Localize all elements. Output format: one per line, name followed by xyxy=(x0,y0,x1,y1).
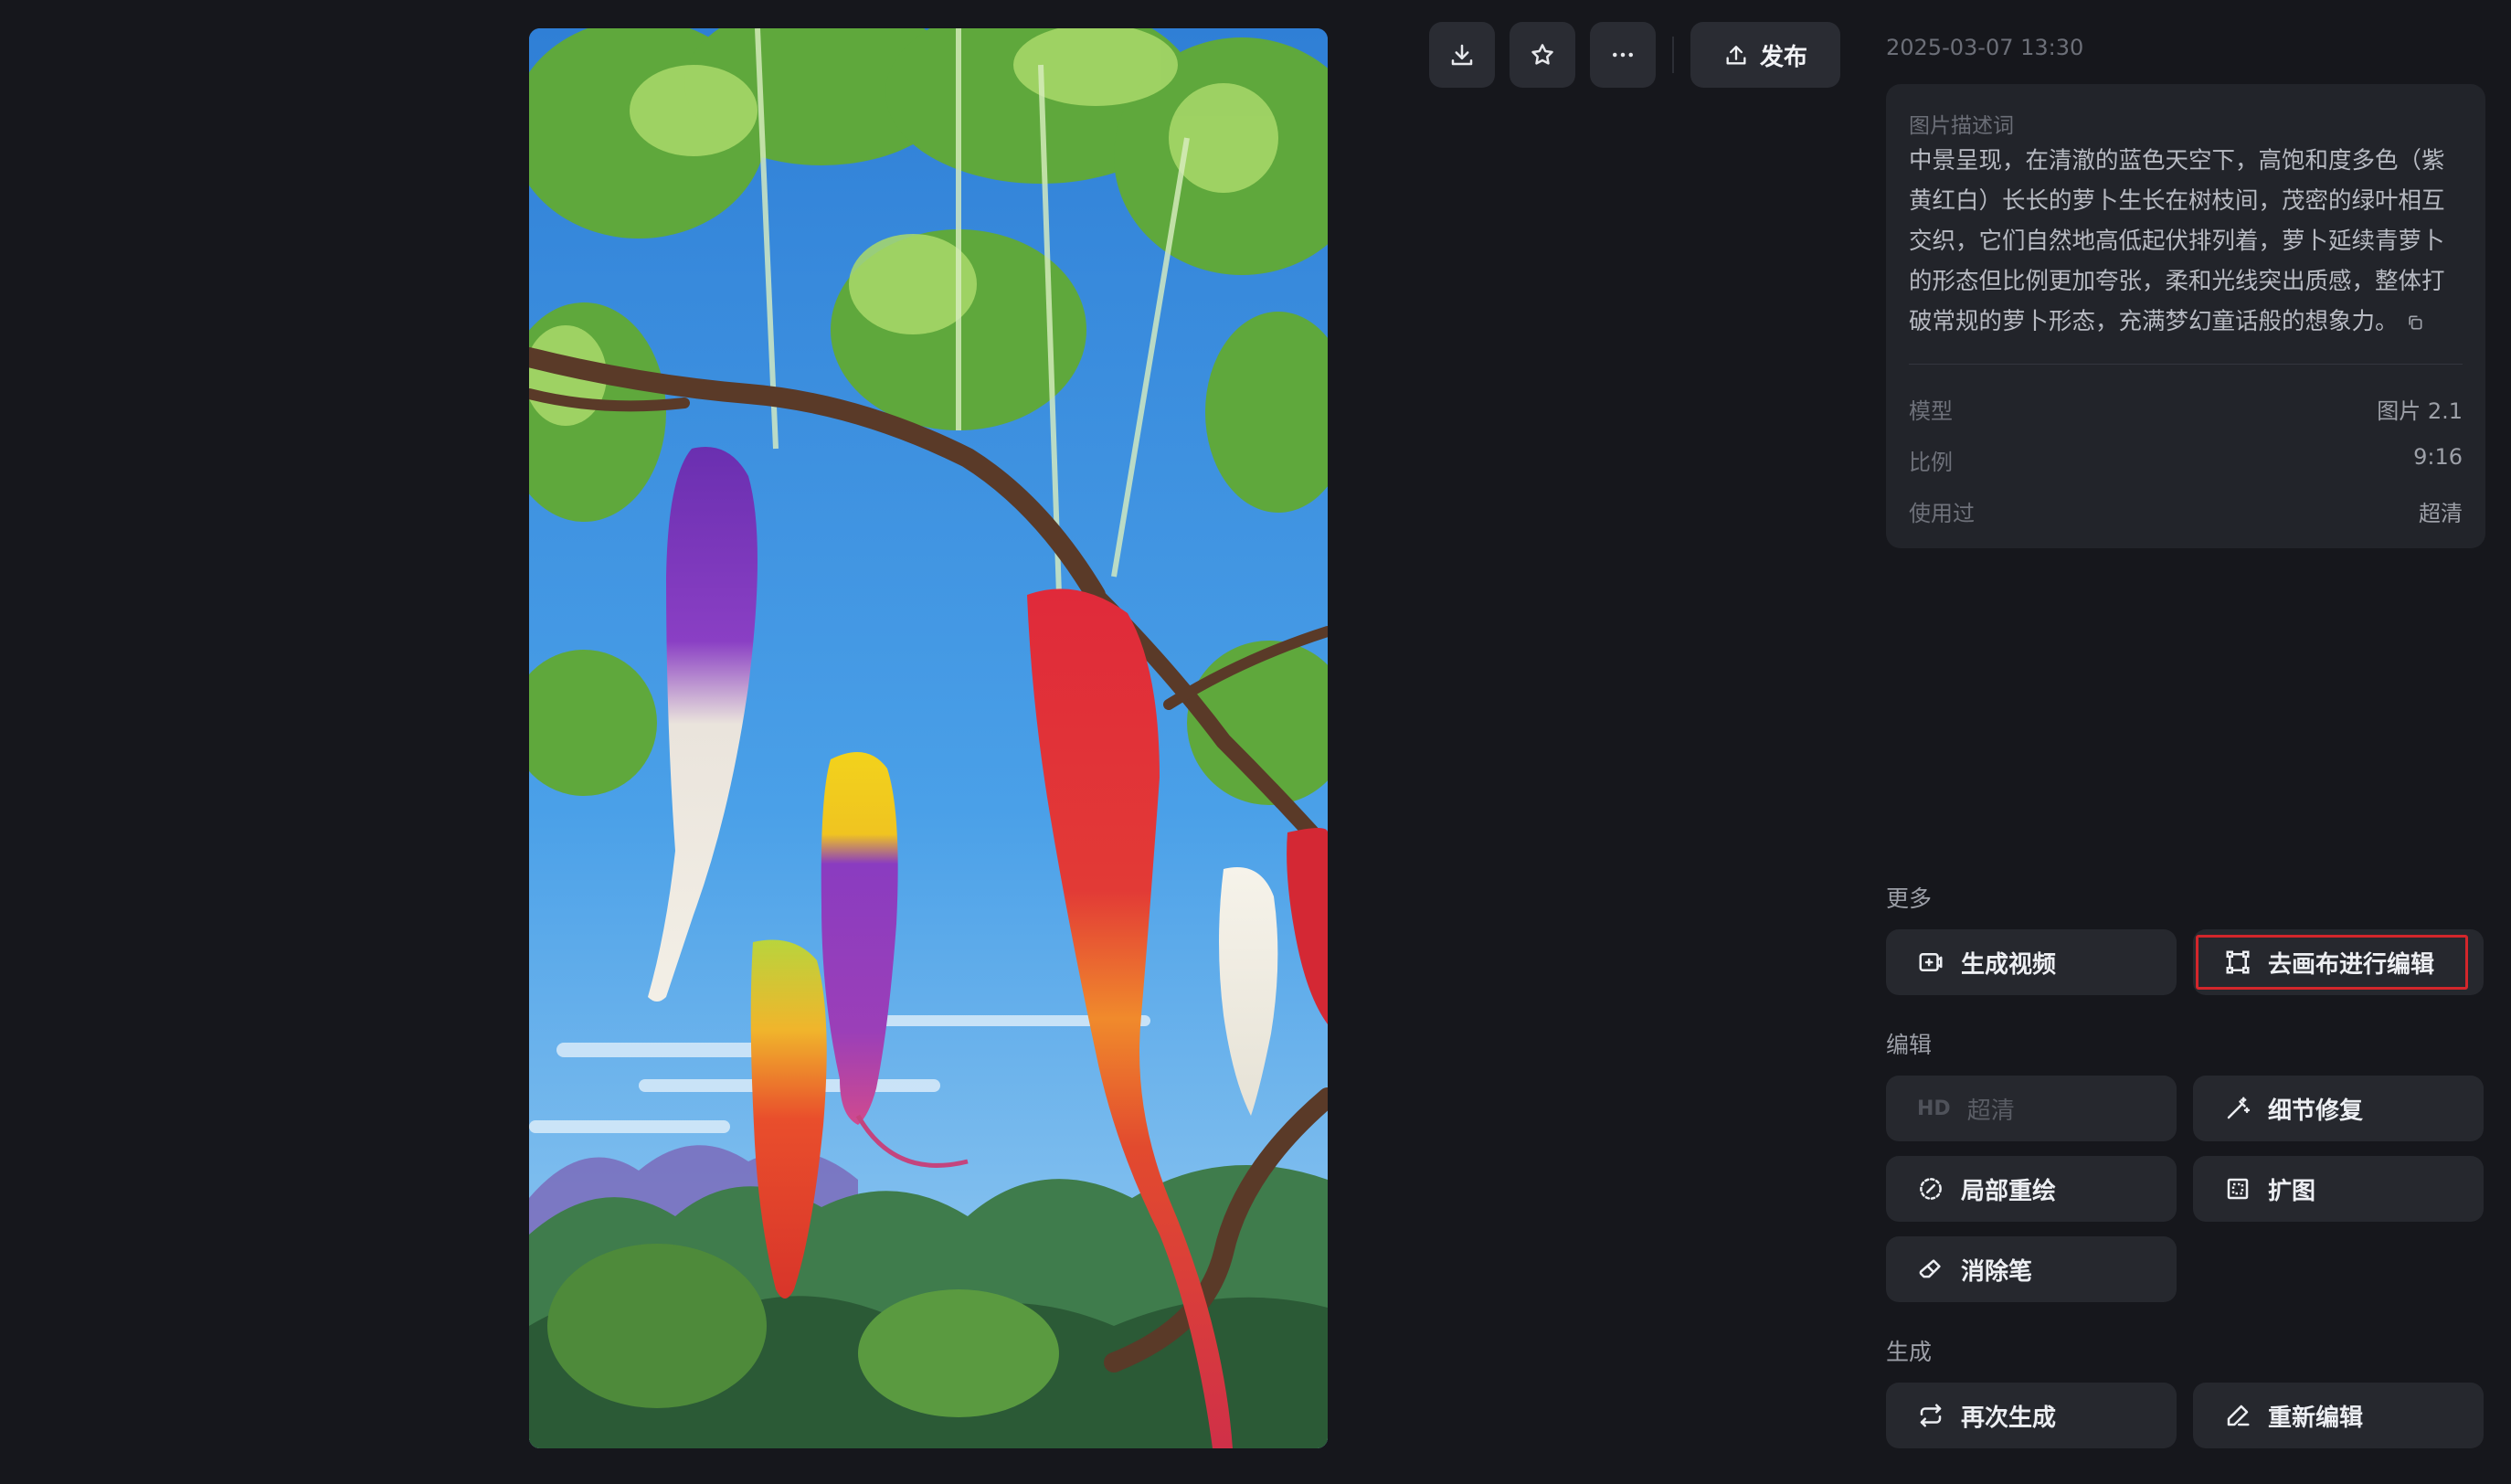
publish-label: 发布 xyxy=(1760,43,1808,71)
meta-key: 使用过 xyxy=(1909,501,1975,526)
favorite-button[interactable] xyxy=(1510,22,1575,88)
expand-frame-icon xyxy=(2227,1178,2249,1200)
upscale-label: 超清 xyxy=(1966,1097,2015,1125)
publish-button[interactable]: 发布 xyxy=(1690,22,1841,88)
generated-image[interactable] xyxy=(529,28,1328,1448)
regenerate-button[interactable]: 再次生成 xyxy=(1886,1383,2177,1448)
meta-value: 9:16 xyxy=(2413,444,2463,470)
brush-circle-icon xyxy=(1920,1178,1942,1200)
download-button[interactable] xyxy=(1429,22,1495,88)
re-edit-button[interactable]: 重新编辑 xyxy=(2193,1383,2484,1448)
info-divider xyxy=(1909,364,2463,365)
toolbar-divider xyxy=(1672,37,1674,73)
meta-value: 超清 xyxy=(2419,501,2463,526)
more-icon xyxy=(1613,52,1633,58)
upload-icon xyxy=(1726,46,1746,65)
meta-row-used: 使用过 超清 xyxy=(1909,495,2463,527)
generate-video-button[interactable]: 生成视频 xyxy=(1886,929,2177,995)
edit-on-canvas-label: 去画布进行编辑 xyxy=(2268,950,2435,979)
star-icon xyxy=(1531,44,1553,65)
meta-key: 模型 xyxy=(1909,398,1953,424)
image-detail-view: 发布 2025-03-07 13:30 图片描述词 中景呈现，在清澈的蓝色天空下… xyxy=(0,0,2511,1484)
regenerate-label: 再次生成 xyxy=(1961,1404,2057,1432)
section-title-generate: 生成 xyxy=(1886,1339,1933,1365)
download-icon xyxy=(1451,44,1473,66)
hd-icon: HD xyxy=(1917,1097,1951,1120)
description-content: 中景呈现，在清澈的蓝色天空下，高饱和度多色（紫黄红白）长长的萝卜生长在树枝间，茂… xyxy=(1909,147,2445,335)
inpaint-label: 局部重绘 xyxy=(1961,1177,2057,1205)
detail-fix-label: 细节修复 xyxy=(2268,1097,2364,1125)
radish-artwork xyxy=(529,28,1328,1448)
created-timestamp: 2025-03-07 13:30 xyxy=(1886,35,2084,60)
outpaint-button[interactable]: 扩图 xyxy=(2193,1156,2484,1222)
section-title-edit: 编辑 xyxy=(1886,1032,1933,1058)
generate-video-label: 生成视频 xyxy=(1961,950,2057,979)
section-title-more: 更多 xyxy=(1886,885,1933,912)
image-toolbar: 发布 xyxy=(1429,22,1841,88)
info-card: 图片描述词 中景呈现，在清澈的蓝色天空下，高饱和度多色（紫黄红白）长长的萝卜生长… xyxy=(1886,84,2485,548)
magic-wand-icon xyxy=(2227,1097,2251,1119)
pencil-icon xyxy=(2227,1404,2250,1426)
copy-icon[interactable] xyxy=(2406,313,2424,332)
repeat-icon xyxy=(1920,1404,1942,1427)
meta-value: 图片 2.1 xyxy=(2377,398,2463,424)
more-button[interactable] xyxy=(1590,22,1656,88)
canvas-transform-icon xyxy=(2226,950,2250,974)
upscale-button[interactable]: HD 超清 xyxy=(1886,1076,2177,1141)
detail-fix-button[interactable]: 细节修复 xyxy=(2193,1076,2484,1141)
meta-row-ratio: 比例 9:16 xyxy=(1909,444,2463,476)
eraser-icon xyxy=(1919,1259,1941,1278)
description-label: 图片描述词 xyxy=(1909,114,2014,138)
video-add-icon xyxy=(1919,953,1943,971)
meta-key: 比例 xyxy=(1909,450,1953,475)
re-edit-label: 重新编辑 xyxy=(2268,1404,2364,1432)
edit-on-canvas-button[interactable]: 去画布进行编辑 xyxy=(2193,929,2484,995)
inpaint-button[interactable]: 局部重绘 xyxy=(1886,1156,2177,1222)
outpaint-label: 扩图 xyxy=(2268,1177,2316,1205)
eraser-label: 消除笔 xyxy=(1961,1257,2033,1286)
description-text: 中景呈现，在清澈的蓝色天空下，高饱和度多色（紫黄红白）长长的萝卜生长在树枝间，茂… xyxy=(1909,141,2466,342)
meta-row-model: 模型 图片 2.1 xyxy=(1909,393,2463,425)
eraser-button[interactable]: 消除笔 xyxy=(1886,1236,2177,1302)
